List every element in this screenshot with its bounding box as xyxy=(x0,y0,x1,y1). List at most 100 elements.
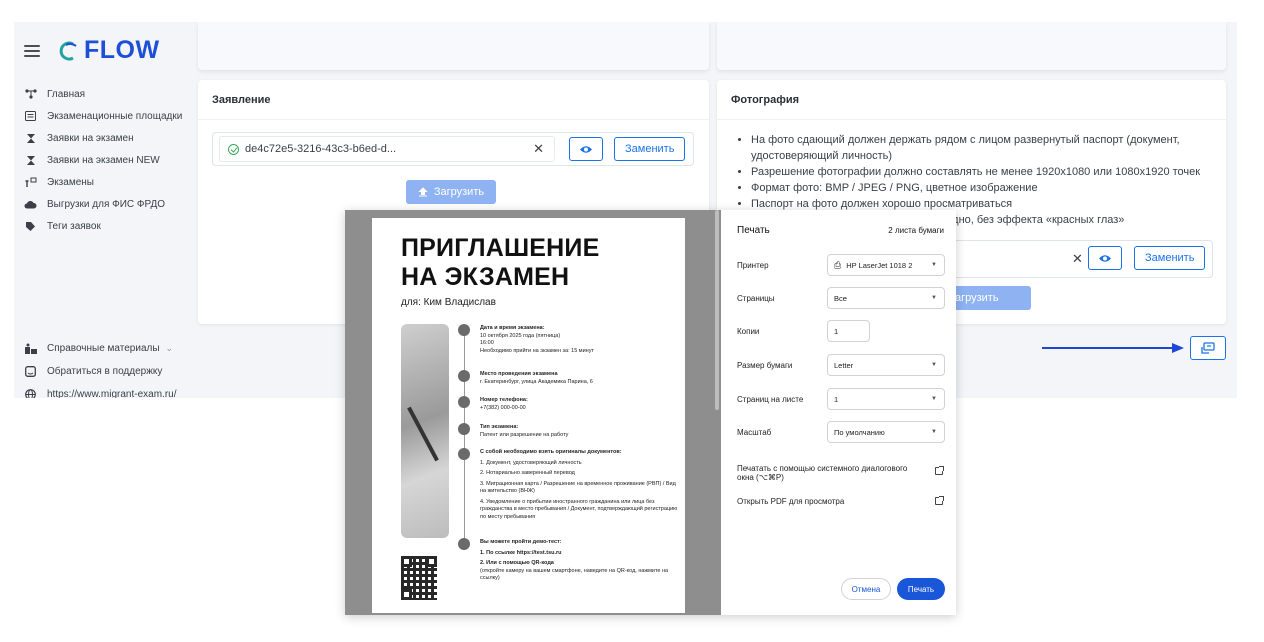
phone-icon xyxy=(458,396,470,408)
open-pdf-link[interactable]: Открыть PDF для просмотра xyxy=(737,496,944,506)
exam-icon xyxy=(24,176,37,188)
check-circle-icon xyxy=(228,143,239,155)
upload-button[interactable]: Загрузить xyxy=(406,180,496,204)
file-name: de4c72e5-3216-43c3-b6ed-d... xyxy=(245,143,397,155)
requirement-item: идно, без эффекта «красных глаз» xyxy=(946,214,1125,226)
top-card-left xyxy=(198,22,709,70)
system-dialog-label: Печатать с помощью системного диалоговог… xyxy=(737,464,908,482)
docs-title: С собой необходимо взять оригиналы докум… xyxy=(480,449,622,455)
demo-link: 1. По ссылке https://test.tsu.ru xyxy=(480,549,562,556)
print-button[interactable]: Печать xyxy=(897,578,945,600)
pages-value: Все xyxy=(834,293,847,303)
per-sheet-label: Страниц на листе xyxy=(737,394,804,404)
sidebar: FLOW Главная Экзаменационные площадки За… xyxy=(14,22,190,398)
type-title: Тип экзамена: xyxy=(480,424,519,430)
location-pin-icon xyxy=(458,370,470,382)
chevron-down-icon: ▼ xyxy=(931,362,937,368)
per-sheet-value: 1 xyxy=(834,394,839,404)
photo-preview-button[interactable] xyxy=(1088,246,1122,270)
print-title: Печать xyxy=(737,225,770,236)
menu-icon[interactable] xyxy=(24,44,40,57)
sidebar-item-label: Экзамены xyxy=(47,177,94,188)
requirement-item: Разрешение фотографии должно составлять … xyxy=(751,164,1221,180)
sidebar-item-label: Экзаменационные площадки xyxy=(47,111,183,122)
print-preview: ПРИГЛАШЕНИЕ НА ЭКЗАМЕН для: Ким Владисла… xyxy=(345,210,721,615)
close-icon[interactable]: ✕ xyxy=(533,141,544,157)
upload-label: Загрузить xyxy=(433,186,485,198)
cancel-button[interactable]: Отмена xyxy=(841,578,891,600)
paper-value: Letter xyxy=(834,360,854,370)
print-invitation-button[interactable] xyxy=(1190,336,1226,360)
sidebar-item-label: Заявки на экзамен NEW xyxy=(47,155,160,166)
paper-select[interactable]: Letter ▼ xyxy=(827,354,945,376)
printer-label: Принтер xyxy=(737,260,769,270)
paper-label: Размер бумаги xyxy=(737,360,793,370)
docs-item: 2. Нотариально заверенный перевод xyxy=(480,470,575,476)
preview-button[interactable] xyxy=(569,137,603,161)
file-chip[interactable]: de4c72e5-3216-43c3-b6ed-d... ✕ xyxy=(219,136,555,162)
pages-label: Страницы xyxy=(737,293,775,303)
system-dialog-link[interactable]: Печатать с помощью системного диалоговог… xyxy=(737,464,944,482)
sidebar-nav: Главная Экзаменационные площадки Заявки … xyxy=(24,88,190,242)
logo[interactable]: FLOW xyxy=(58,36,160,65)
invitation-recipient: для: Ким Владислав xyxy=(401,297,496,308)
type-value: Патент или разрешение на работу xyxy=(480,431,569,438)
folder-icon xyxy=(458,448,470,460)
requirement-item: Формат фото: BMP / JPEG / PNG, цветное и… xyxy=(751,180,1221,196)
globe-icon xyxy=(24,388,37,398)
chevron-down-icon: ▼ xyxy=(931,295,937,301)
print-dialog: ПРИГЛАШЕНИЕ НА ЭКЗАМЕН для: Ким Владисла… xyxy=(345,210,956,615)
photo-upload-button[interactable]: агрузить xyxy=(953,286,1031,310)
scale-value: По умолчанию xyxy=(834,427,885,437)
replace-button[interactable]: Заменить xyxy=(614,137,686,161)
date-value: 10 октября 2025 года (пятница) xyxy=(480,332,561,339)
photo-replace-button[interactable]: Заменить xyxy=(1134,246,1206,270)
sidebar-item-materials[interactable]: Справочные материалы ⌄ xyxy=(24,342,194,355)
docs-item: 1. Документ, удостоверяющий личность xyxy=(480,459,582,466)
file-row: de4c72e5-3216-43c3-b6ed-d... ✕ Заменить xyxy=(212,132,694,166)
annotation-arrow xyxy=(1042,347,1176,349)
docs-item: 3. Миграционная карта / Разрешение на вр… xyxy=(480,480,676,495)
document-icon xyxy=(458,423,470,435)
copies-label: Копии xyxy=(737,326,760,336)
sidebar-item-request-tags[interactable]: Теги заявок xyxy=(24,220,190,233)
copies-input[interactable]: 1 xyxy=(827,320,870,342)
demo-qr: 2. Или с помощью QR-кода xyxy=(480,560,554,566)
sidebar-item-website[interactable]: https://www.migrant-exam.ru/ xyxy=(24,388,194,398)
print-settings: Печать 2 листа бумаги Принтер ⎙ HP Laser… xyxy=(721,210,956,615)
close-icon[interactable]: ✕ xyxy=(1072,251,1083,267)
chevron-down-icon: ▼ xyxy=(931,262,937,268)
sidebar-item-support[interactable]: Обратиться в поддержку xyxy=(24,365,194,378)
brand-name: FLOW xyxy=(84,36,160,64)
print-document-icon xyxy=(1201,342,1215,354)
printer-select[interactable]: ⎙ HP LaserJet 1018 2 ▼ xyxy=(827,254,945,276)
brand: FLOW xyxy=(24,36,160,65)
sidebar-item-label: Заявки на экзамен xyxy=(47,133,134,144)
top-card-right xyxy=(717,22,1226,70)
sidebar-item-exam-sites[interactable]: Экзаменационные площадки xyxy=(24,110,190,123)
annotation-arrow-head xyxy=(1172,343,1184,353)
sidebar-item-label: Теги заявок xyxy=(47,221,101,232)
sidebar-item-exam-requests[interactable]: Заявки на экзамен xyxy=(24,132,190,145)
pages-select[interactable]: Все ▼ xyxy=(827,287,945,309)
external-link-icon xyxy=(935,466,944,475)
sidebar-item-exam-requests-new[interactable]: Заявки на экзамен NEW xyxy=(24,154,190,167)
per-sheet-select[interactable]: 1 ▼ xyxy=(827,388,945,410)
sidebar-item-label: https://www.migrant-exam.ru/ xyxy=(47,389,177,398)
sidebar-item-frdo-exports[interactable]: Выгрузки для ФИС ФРДО xyxy=(24,198,190,211)
upload-icon xyxy=(418,187,428,197)
scale-select[interactable]: По умолчанию ▼ xyxy=(827,421,945,443)
phone-value: +7(382) 000-00-00 xyxy=(480,404,526,411)
demo-title: Вы можете пройти демо-тест: xyxy=(480,539,562,545)
arrival-note: Необходимо прийти на экзамен за: 15 мину… xyxy=(480,347,594,354)
eye-icon xyxy=(1099,254,1111,262)
eye-icon xyxy=(580,145,592,153)
preview-scrollbar[interactable] xyxy=(715,210,719,410)
sidebar-item-home[interactable]: Главная xyxy=(24,88,190,101)
sidebar-item-exams[interactable]: Экзамены xyxy=(24,176,190,189)
application-card-title: Заявление xyxy=(198,80,709,120)
open-pdf-label: Открыть PDF для просмотра xyxy=(737,497,845,506)
tag-icon xyxy=(24,220,37,232)
sheets-count: 2 листа бумаги xyxy=(888,226,944,235)
hourglass-icon xyxy=(24,132,37,144)
